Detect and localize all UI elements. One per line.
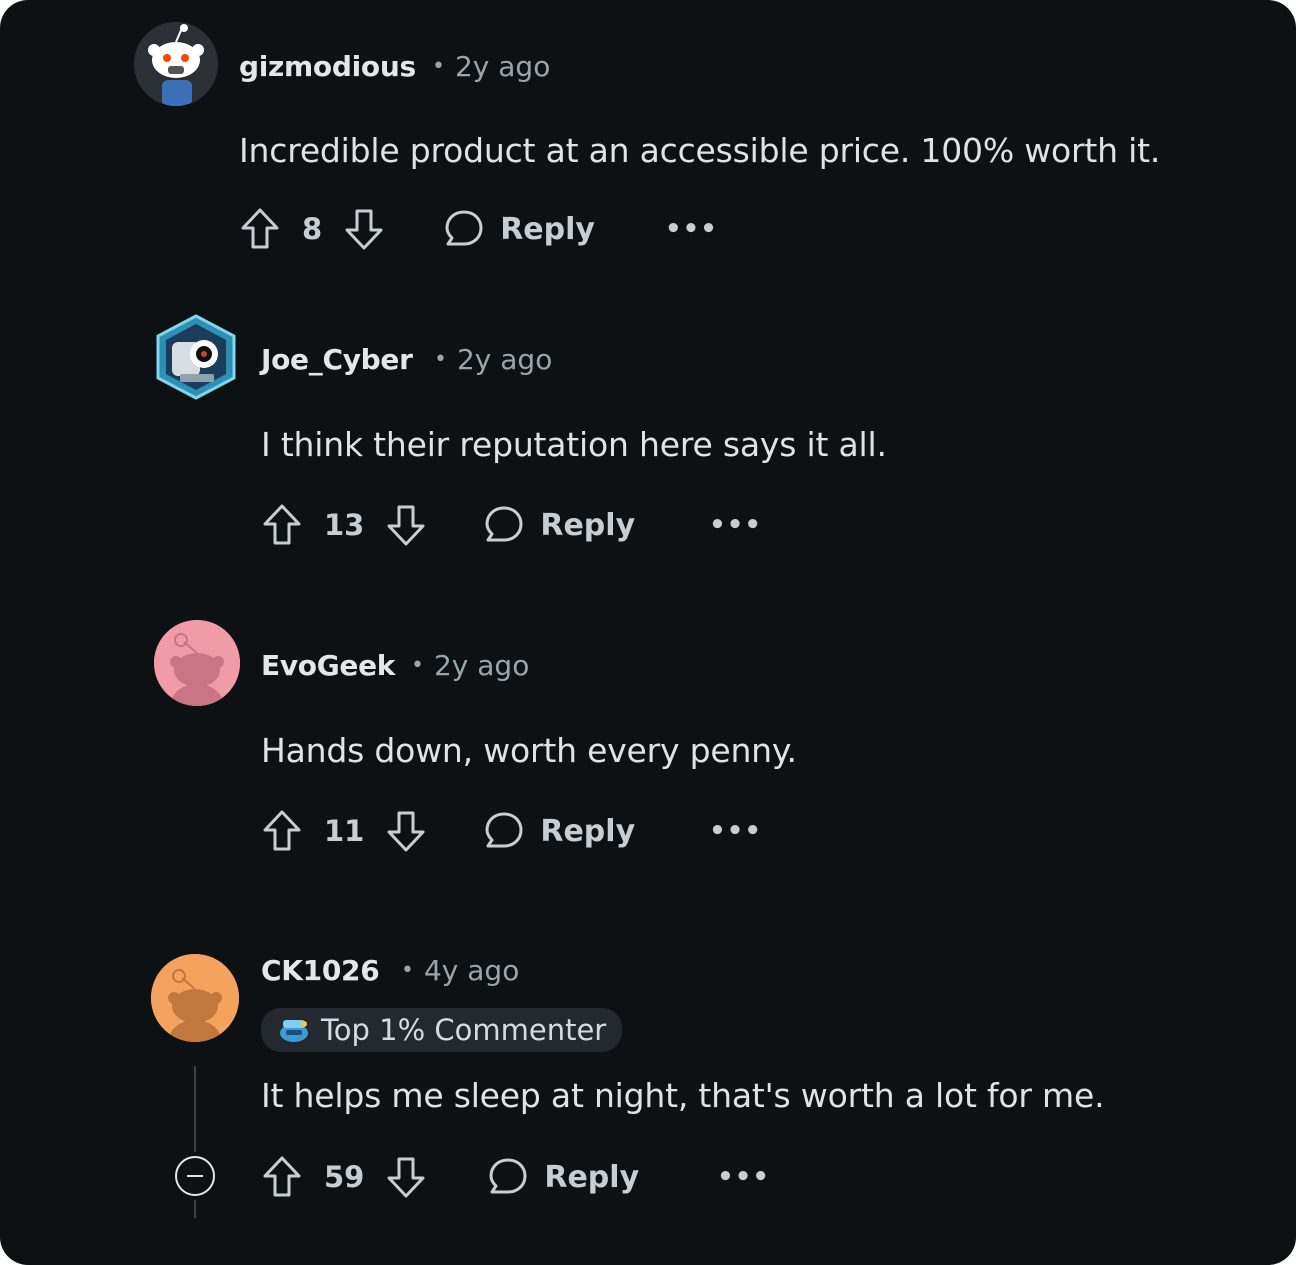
downvote-icon[interactable] (386, 503, 426, 547)
vote-count: 13 (324, 508, 365, 542)
snoo-pink-avatar-icon (154, 620, 240, 706)
more-options-button[interactable]: ••• (717, 1162, 770, 1192)
username[interactable]: EvoGeek (261, 649, 395, 682)
more-options-button[interactable]: ••• (709, 510, 762, 540)
vote-count: 8 (302, 212, 323, 246)
more-options-button[interactable]: ••• (709, 816, 762, 846)
time-ago: 4y ago (423, 954, 520, 987)
vote-count: 11 (324, 814, 365, 848)
upvote-icon[interactable] (262, 503, 302, 547)
comment-bubble-icon (445, 210, 483, 246)
reply-label: Reply (544, 1159, 640, 1195)
snoo-orange-avatar-icon (151, 954, 239, 1042)
comment-body: It helps me sleep at night, that's worth… (261, 1076, 1105, 1115)
reply-button[interactable]: Reply (444, 209, 595, 249)
more-options-button[interactable]: ••• (665, 214, 718, 244)
thread-line[interactable] (194, 1200, 196, 1218)
separator-dot: • (401, 958, 414, 983)
comment-thread: gizmodious • 2y ago Incredible product at… (0, 0, 1296, 1265)
comment-actions: 11 Reply ••• (262, 806, 762, 856)
downvote-icon[interactable] (344, 207, 384, 251)
separator-dot: • (432, 54, 445, 79)
separator-dot: • (411, 653, 424, 678)
comment-actions: 8 Reply ••• (240, 204, 718, 254)
timestamp: • 2y ago (411, 649, 529, 682)
minus-icon (187, 1175, 203, 1177)
collapse-thread-button[interactable] (175, 1156, 215, 1196)
cyber-robot-avatar-icon (156, 314, 236, 400)
upvote-icon[interactable] (262, 1155, 302, 1199)
comment-bubble-icon (485, 812, 523, 848)
reply-button[interactable]: Reply (488, 1157, 639, 1197)
downvote-icon[interactable] (386, 1155, 426, 1199)
avatar[interactable] (151, 954, 239, 1042)
avatar[interactable] (154, 314, 238, 400)
comment-actions: 59 Reply ••• (262, 1152, 770, 1202)
comment-bubble-icon (489, 1158, 527, 1194)
avatar[interactable] (134, 22, 218, 106)
comment-body: Incredible product at an accessible pric… (239, 131, 1161, 170)
top-commenter-icon (280, 1020, 308, 1042)
snoo-white-avatar-icon (134, 22, 218, 106)
avatar[interactable] (154, 620, 240, 706)
username[interactable]: gizmodious (239, 50, 416, 83)
reply-button[interactable]: Reply (484, 505, 635, 545)
upvote-icon[interactable] (240, 207, 280, 251)
badge-label: Top 1% Commenter (321, 1013, 607, 1047)
username[interactable]: Joe_Cyber (261, 343, 413, 376)
comment-body: I think their reputation here says it al… (261, 425, 887, 464)
comment-actions: 13 Reply ••• (262, 500, 762, 550)
reply-label: Reply (500, 211, 595, 247)
reply-button[interactable]: Reply (484, 811, 635, 851)
comment-body: Hands down, worth every penny. (261, 731, 797, 770)
time-ago: 2y ago (456, 343, 553, 376)
username[interactable]: CK1026 (261, 954, 380, 987)
timestamp: • 2y ago (434, 343, 552, 376)
downvote-icon[interactable] (386, 809, 426, 853)
comment-bubble-icon (485, 506, 523, 542)
upvote-icon[interactable] (262, 809, 302, 853)
separator-dot: • (434, 347, 447, 372)
vote-count: 59 (324, 1160, 365, 1194)
time-ago: 2y ago (433, 649, 530, 682)
time-ago: 2y ago (454, 50, 551, 83)
timestamp: • 2y ago (432, 50, 550, 83)
reply-label: Reply (540, 507, 636, 543)
thread-line[interactable] (194, 1066, 196, 1152)
timestamp: • 4y ago (401, 954, 519, 987)
top-commenter-badge: Top 1% Commenter (261, 1008, 623, 1052)
reply-label: Reply (540, 813, 636, 849)
